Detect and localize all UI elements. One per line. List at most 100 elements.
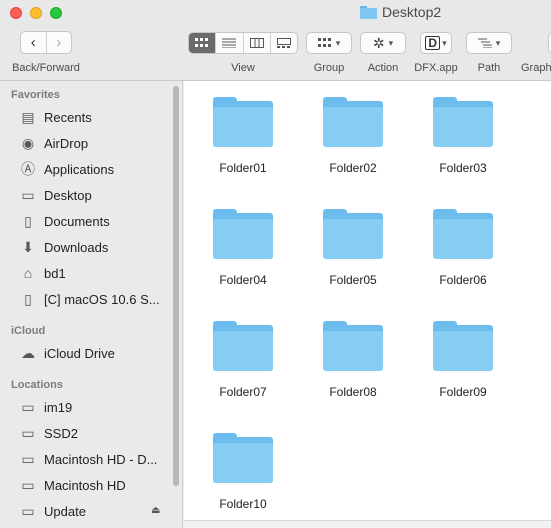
chevron-left-icon: ‹ (30, 34, 36, 51)
icon-view-button[interactable] (189, 33, 216, 53)
folder-item[interactable]: Folder01 (193, 83, 293, 183)
folder-icon (433, 321, 493, 371)
file-browser: Folder01 Folder02 Folder03 Folder04 Fold… (184, 81, 551, 528)
columns-icon (249, 38, 264, 48)
folder-icon (323, 321, 383, 371)
sidebar-item-icloud-drive[interactable]: ☁ iCloud Drive (18, 342, 168, 364)
list-view-button[interactable] (215, 33, 242, 53)
cloud-icon: ☁ (21, 344, 35, 361)
sidebar-item-airdrop[interactable]: ◉ AirDrop (18, 132, 168, 154)
sidebar-item-documents[interactable]: ▯ Documents (18, 210, 168, 232)
path-bar (184, 520, 551, 528)
documents-icon: ▯ (24, 212, 32, 229)
folder-name: Folder01 (219, 161, 267, 175)
folder-name: Folder03 (439, 161, 487, 175)
folder-icon (433, 97, 493, 147)
sidebar-item-label: Macintosh HD - D... (44, 451, 158, 467)
sidebar-scrollbar-thumb[interactable] (173, 86, 179, 486)
folder-item[interactable]: Folder06 (413, 195, 513, 295)
folder-name: Folder05 (329, 273, 377, 287)
sidebar-item-label: SSD2 (44, 425, 78, 441)
chevron-right-icon: › (56, 34, 62, 51)
graph-label: Graph (521, 62, 551, 74)
sidebar-item-label: Applications (44, 161, 115, 177)
dfx-app-icon: D (425, 36, 441, 50)
list-icon (222, 38, 237, 48)
back-button[interactable]: ‹ (21, 32, 46, 53)
gear-icon: ✲ (372, 34, 385, 51)
folder-icon (360, 5, 377, 19)
chevron-down-icon: ▾ (388, 37, 394, 48)
sidebar-item-update[interactable]: ▭ Update (18, 500, 168, 522)
folder-item[interactable]: Folder08 (303, 307, 403, 407)
folder-name: Folder02 (329, 161, 377, 175)
folder-item[interactable]: Folder03 (413, 83, 513, 183)
folder-name: Folder06 (439, 273, 487, 287)
view-control (188, 32, 298, 54)
folder-icon (213, 97, 273, 147)
sidebar-item-downloads[interactable]: ⬇ Downloads (18, 236, 168, 258)
chevron-down-icon: ▾ (495, 37, 501, 48)
sidebar-item-label: [C] macOS 10.6 S... (44, 291, 160, 307)
sidebar-scrollbar[interactable] (171, 82, 182, 522)
desktop-icon: ▭ (21, 186, 35, 203)
eject-icon[interactable]: ⏏ (151, 505, 160, 516)
sidebar-item-label: im19 (44, 399, 73, 415)
folder-item[interactable]: Folder05 (303, 195, 403, 295)
applications-icon: Ⓐ (21, 161, 35, 177)
sidebar-item-label: Recents (44, 109, 92, 125)
sidebar-item-label: iCloud Drive (44, 345, 115, 361)
sidebar-item-macos-doc[interactable]: ▯ [C] macOS 10.6 S... (18, 288, 168, 310)
sidebar-item-bd1[interactable]: ⌂ bd1 (18, 262, 168, 284)
sidebar-section-icloud: iCloud (11, 325, 46, 337)
close-button[interactable] (10, 7, 22, 19)
folder-item[interactable]: Folder04 (193, 195, 293, 295)
sidebar-item-applications[interactable]: Ⓐ Applications (18, 158, 168, 180)
action-label: Action (367, 62, 399, 74)
path-button[interactable]: ▾ (466, 32, 512, 54)
folder-icon (213, 433, 273, 483)
folder-item[interactable]: Folder09 (413, 307, 513, 407)
document-icon: ▯ (24, 290, 32, 307)
window-title-text: Desktop2 (382, 4, 442, 20)
traffic-lights (10, 7, 62, 19)
folder-name: Folder08 (329, 385, 377, 399)
minimize-button[interactable] (30, 7, 42, 19)
folder-icon (433, 209, 493, 259)
group-label: Group (313, 62, 345, 74)
folder-icon (213, 209, 273, 259)
sidebar-item-label: Downloads (44, 239, 109, 255)
folder-item[interactable]: Folder02 (303, 83, 403, 183)
path-label: Path (477, 62, 501, 74)
sidebar-item-im19[interactable]: ▭ im19 (18, 396, 168, 418)
column-view-button[interactable] (242, 33, 270, 53)
drive-icon: ▭ (21, 476, 35, 493)
folder-item[interactable]: Folder07 (193, 307, 293, 407)
sidebar-item-macintosh-hd[interactable]: ▭ Macintosh HD (18, 474, 168, 496)
chevron-down-icon: ▾ (335, 37, 341, 48)
chevron-down-icon: ▾ (442, 37, 447, 48)
downloads-icon: ⬇ (22, 238, 34, 255)
airdrop-icon: ◉ (21, 134, 35, 151)
home-icon: ⌂ (23, 265, 33, 281)
sidebar-item-recents[interactable]: ▤ Recents (18, 106, 168, 128)
group-button[interactable]: ▾ (306, 32, 352, 54)
folder-icon (213, 321, 273, 371)
sidebar-item-label: Desktop (44, 187, 92, 203)
view-label: View (231, 62, 255, 74)
sidebar-item-label: bd1 (44, 265, 66, 281)
folder-name: Folder10 (219, 497, 267, 511)
folder-item[interactable]: Folder10 (193, 419, 293, 519)
sidebar-item-macintosh-hd-data[interactable]: ▭ Macintosh HD - D... (18, 448, 168, 470)
zoom-button[interactable] (50, 7, 62, 19)
toolbar: Desktop2 ‹ › Back/Forward View ▾ Group ✲… (0, 0, 551, 81)
dfx-app-button[interactable]: D ▾ (420, 32, 452, 54)
sidebar-item-desktop[interactable]: ▭ Desktop (18, 184, 168, 206)
sidebar-item-ssd2[interactable]: ▭ SSD2 (18, 422, 168, 444)
forward-button[interactable]: › (45, 32, 72, 53)
folder-icon (323, 97, 383, 147)
action-button[interactable]: ✲ ▾ (360, 32, 406, 54)
gallery-view-button[interactable] (269, 33, 297, 53)
sidebar-section-locations: Locations (11, 379, 63, 391)
dfx-app-label: DFX.app (414, 62, 458, 74)
